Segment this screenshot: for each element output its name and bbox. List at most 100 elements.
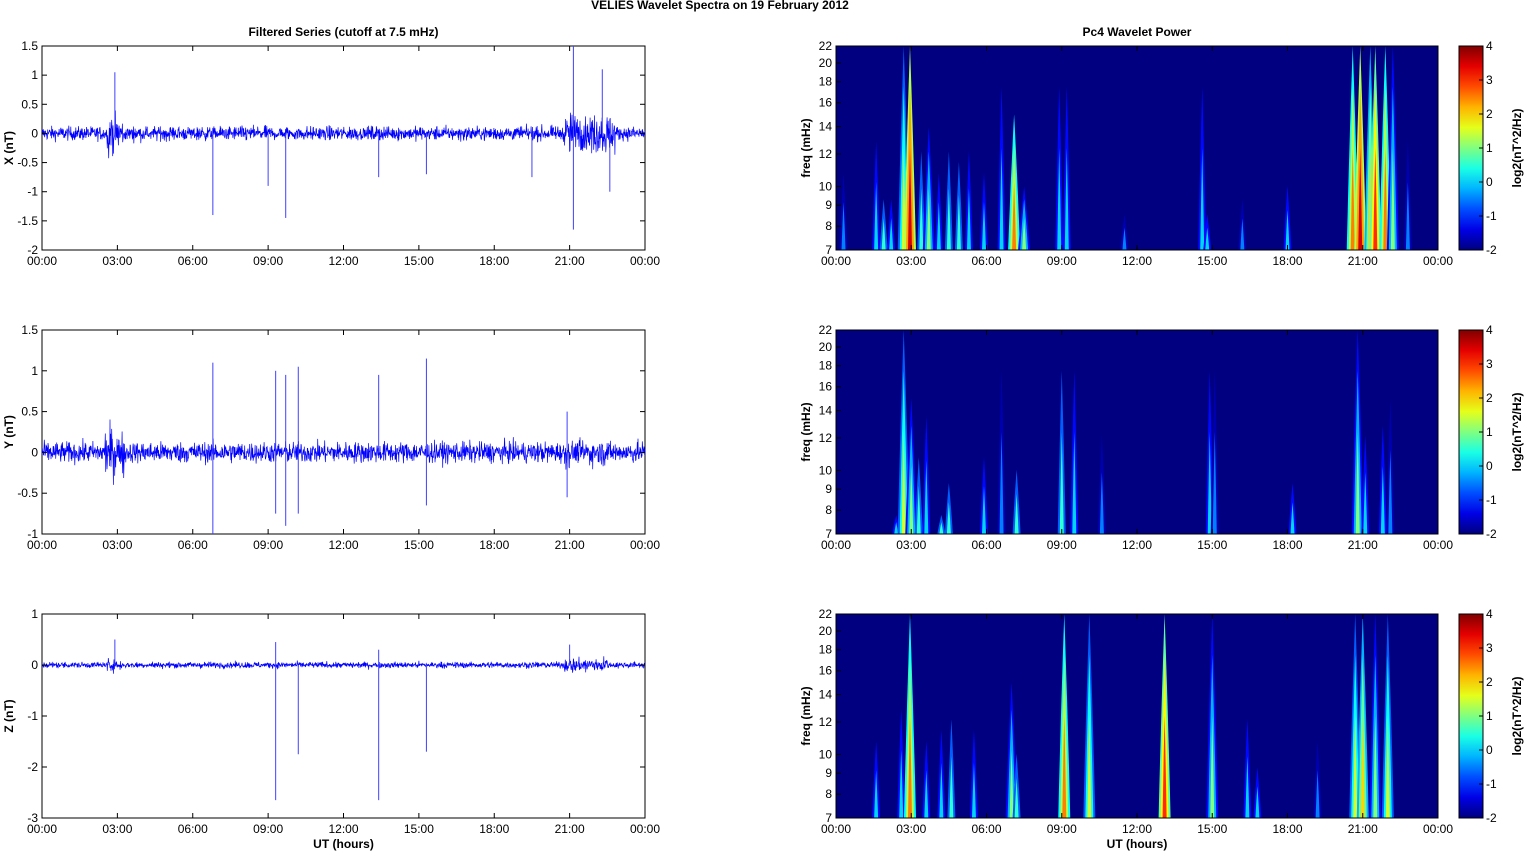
x-tick-label: 00:00 (630, 822, 660, 836)
y-tick-label: 12 (819, 147, 833, 161)
y-tick-label: 16 (819, 380, 833, 394)
x-tick-label: 21:00 (1348, 254, 1378, 268)
y-axis-label: Z (nT) (2, 699, 16, 732)
x-tick-label: 18:00 (479, 254, 509, 268)
x-tick-label: 21:00 (555, 822, 585, 836)
y-tick-label: -1.5 (17, 214, 38, 228)
time-series-panel-x: -2-1.5-1-0.500.511.500:00 03:00 06:00 09:00… (2, 25, 660, 268)
x-tick-label: 00:00 (821, 822, 851, 836)
y-tick-label: 14 (819, 688, 833, 702)
y-axis-label: freq (mHz) (799, 118, 813, 177)
x-tick-label: 00:00 (821, 254, 851, 268)
x-tick-label: 03:00 (896, 538, 926, 552)
colorbar-tick-label: 1 (1486, 709, 1493, 723)
y-tick-label: 22 (819, 323, 833, 337)
figure-title: VELIES Wavelet Spectra on 19 February 20… (591, 0, 849, 12)
y-axis-label: freq (mHz) (799, 402, 813, 461)
x-tick-label: 03:00 (102, 254, 132, 268)
x-tick-label: 12:00 (328, 538, 358, 552)
x-tick-label: 15:00 (404, 254, 434, 268)
y-tick-label: 18 (819, 75, 833, 89)
y-tick-label: -0.5 (17, 156, 38, 170)
y-tick-label: 20 (819, 56, 833, 70)
x-tick-label: 00:00 (1423, 538, 1453, 552)
x-tick-label: 00:00 (1423, 254, 1453, 268)
y-axis-label: X (nT) (2, 131, 16, 165)
colorbar-tick-label: -2 (1486, 527, 1497, 541)
x-tick-label: 09:00 (1047, 538, 1077, 552)
y-tick-label: 14 (819, 120, 833, 134)
y-tick-label: 18 (819, 359, 833, 373)
colorbar-tick-label: 0 (1486, 175, 1493, 189)
x-tick-label: 03:00 (896, 254, 926, 268)
x-tick-label: 21:00 (555, 538, 585, 552)
y-tick-label: 12 (819, 715, 833, 729)
x-tick-label: 00:00 (27, 538, 57, 552)
x-tick-label: 15:00 (1197, 538, 1227, 552)
colorbar-tick-label: 3 (1486, 357, 1493, 371)
colorbar-label: log2(nT^2/Hz) (1510, 108, 1524, 187)
y-tick-label: 1.5 (21, 323, 38, 337)
time-series-panel-y: -1-0.500.511.500:00 03:00 06:00 09:00 12:00 1… (2, 323, 660, 552)
plot-area (41, 45, 646, 251)
plot-area (41, 613, 646, 819)
y-tick-label: -1 (27, 709, 38, 723)
colorbar-tick-label: 2 (1486, 107, 1493, 121)
wavelet-power-panel: 7891012141618202200:00 03:00 06:00 09:00 12:… (799, 25, 1524, 268)
colorbar-tick-label: 2 (1486, 391, 1493, 405)
x-tick-label: 21:00 (1348, 822, 1378, 836)
y-tick-label: 20 (819, 340, 833, 354)
y-tick-label: -2 (27, 760, 38, 774)
x-tick-label: 15:00 (1197, 822, 1227, 836)
x-tick-label: 06:00 (971, 822, 1001, 836)
colorbar: -2 -1 0 1 2 3 4 log2(nT^2/Hz) (1458, 607, 1524, 825)
y-tick-label: 22 (819, 39, 833, 53)
colorbar-label: log2(nT^2/Hz) (1510, 392, 1524, 471)
wavelet-power-panel: 7891012141618202200:00 03:00 06:00 09:00 12:… (799, 607, 1524, 851)
x-tick-label: 06:00 (178, 254, 208, 268)
y-tick-label: 16 (819, 664, 833, 678)
colorbar-tick-label: -1 (1486, 493, 1497, 507)
y-tick-label: 14 (819, 404, 833, 418)
x-tick-label: 06:00 (178, 822, 208, 836)
x-tick-label: 09:00 (1047, 822, 1077, 836)
x-tick-label: 21:00 (1348, 538, 1378, 552)
y-tick-label: -0.5 (17, 486, 38, 500)
colorbar-label: log2(nT^2/Hz) (1510, 676, 1524, 755)
y-axis-label: freq (mHz) (799, 686, 813, 745)
colorbar-tick-label: -1 (1486, 777, 1497, 791)
colorbar: -2 -1 0 1 2 3 4 log2(nT^2/Hz) (1458, 39, 1524, 257)
x-tick-label: 09:00 (1047, 254, 1077, 268)
y-tick-label: 8 (825, 503, 832, 517)
x-tick-label: 06:00 (971, 254, 1001, 268)
x-tick-label: 00:00 (630, 538, 660, 552)
y-tick-label: 0 (31, 445, 38, 459)
x-tick-label: 21:00 (555, 254, 585, 268)
x-tick-label: 18:00 (479, 822, 509, 836)
x-tick-label: 15:00 (404, 538, 434, 552)
x-tick-label: 12:00 (1122, 254, 1152, 268)
y-tick-label: 0.5 (21, 97, 38, 111)
y-tick-label: 16 (819, 96, 833, 110)
y-tick-label: 1 (31, 364, 38, 378)
x-tick-label: 03:00 (896, 822, 926, 836)
plot-area (41, 329, 646, 535)
colorbar: -2 -1 0 1 2 3 4 log2(nT^2/Hz) (1458, 323, 1524, 541)
x-tick-label: 00:00 (821, 538, 851, 552)
x-tick-label: 00:00 (27, 822, 57, 836)
colorbar-tick-label: 3 (1486, 73, 1493, 87)
x-axis-label: UT (hours) (1107, 837, 1168, 851)
y-tick-label: 8 (825, 787, 832, 801)
y-tick-label: 10 (819, 463, 833, 477)
colorbar-tick-label: 4 (1486, 323, 1493, 337)
y-tick-label: -1 (27, 185, 38, 199)
colorbar-tick-label: 0 (1486, 743, 1493, 757)
x-tick-label: 18:00 (1272, 538, 1302, 552)
colorbar-tick-label: 2 (1486, 675, 1493, 689)
x-tick-label: 09:00 (253, 822, 283, 836)
colorbar-tick-label: 4 (1486, 607, 1493, 621)
y-tick-label: 0 (31, 126, 38, 140)
x-tick-label: 06:00 (178, 538, 208, 552)
x-tick-label: 12:00 (328, 254, 358, 268)
colorbar-tick-label: -2 (1486, 811, 1497, 825)
